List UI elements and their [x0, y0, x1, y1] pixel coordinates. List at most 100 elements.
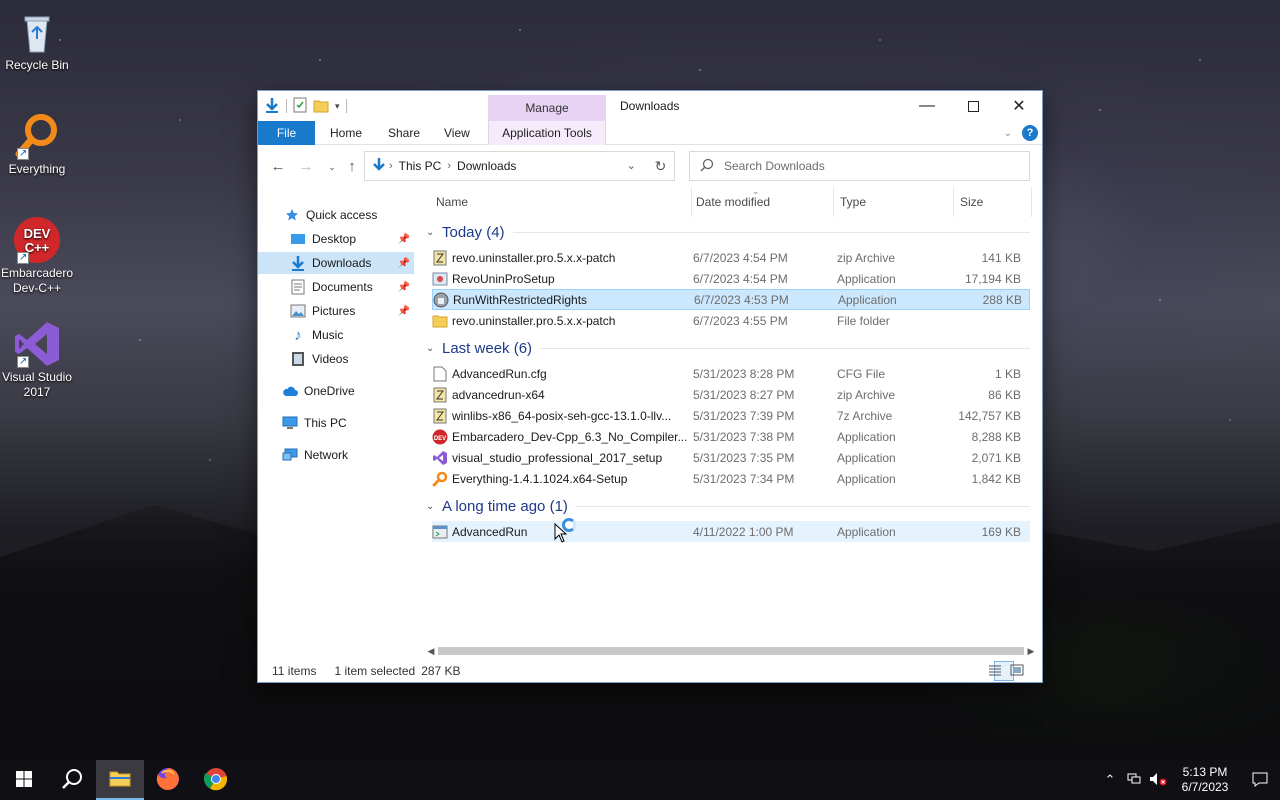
nav-onedrive[interactable]: OneDrive — [258, 380, 414, 402]
recent-locations-button[interactable]: ⌄ — [322, 157, 342, 177]
desktop-icon-devcpp[interactable]: DEVC++ Embarcadero Dev-C++ — [0, 216, 74, 296]
pin-icon[interactable]: 📌 — [398, 258, 410, 269]
back-button[interactable]: ← — [268, 157, 288, 177]
file-type: Application — [837, 429, 896, 444]
nav-label: Pictures — [312, 304, 356, 318]
group-header-last-week[interactable]: ⌄ Last week (6) — [426, 337, 1030, 359]
refresh-button[interactable]: ↻ — [647, 151, 675, 181]
action-center-button[interactable] — [1240, 760, 1280, 800]
advancedrun-app-icon — [432, 524, 448, 540]
file-row-hover[interactable]: AdvancedRun 4/11/2022 1:00 PM Applicatio… — [432, 521, 1030, 542]
file-row[interactable]: RevoUninProSetup 6/7/2023 4:54 PM Applic… — [432, 268, 1030, 289]
help-icon[interactable]: ? — [1022, 125, 1038, 141]
large-icons-view-button[interactable] — [1010, 661, 1036, 681]
horizontal-scrollbar[interactable]: ◀ ▶ — [424, 643, 1038, 659]
pin-icon[interactable]: 📌 — [398, 234, 410, 245]
file-name: advancedrun-x64 — [452, 387, 545, 402]
close-button[interactable]: ✕ — [996, 91, 1042, 121]
forward-button[interactable]: → — [296, 157, 316, 177]
tab-view[interactable]: View — [430, 121, 484, 145]
group-header-today[interactable]: ⌄ Today (4) — [426, 221, 1030, 243]
clock-date: 6/7/2023 — [1181, 780, 1229, 794]
search-button[interactable] — [48, 760, 96, 800]
pin-icon[interactable]: 📌 — [398, 306, 410, 317]
scrollbar-thumb[interactable] — [438, 647, 1024, 655]
file-row[interactable]: Everything-1.4.1.1024.x64-Setup 5/31/202… — [432, 468, 1030, 489]
expand-ribbon-icon[interactable]: ⌄ — [1004, 128, 1012, 139]
everything-search-icon — [13, 112, 61, 161]
file-type: 7z Archive — [837, 408, 893, 423]
file-list: Name Date modified ⌄ Type Size ⌄ Today (… — [424, 186, 1038, 647]
nav-label: Documents — [312, 280, 373, 294]
taskbar-file-explorer[interactable] — [96, 760, 144, 800]
file-type: Application — [837, 450, 896, 465]
desktop-icon-recycle-bin[interactable]: Recycle Bin — [0, 8, 74, 73]
collapse-chevron-icon: ⌄ — [426, 226, 435, 238]
search-box[interactable] — [689, 151, 1030, 181]
file-row[interactable]: visual_studio_professional_2017_setup 5/… — [432, 447, 1030, 468]
taskbar-firefox[interactable] — [144, 760, 192, 800]
clock[interactable]: 5:13 PM 6/7/2023 — [1170, 765, 1240, 795]
nav-quick-access[interactable]: Quick access — [258, 204, 414, 226]
pin-icon[interactable]: 📌 — [398, 282, 410, 293]
group-title: Today (4) — [442, 223, 505, 241]
search-input[interactable] — [724, 159, 1004, 173]
nav-videos[interactable]: Videos — [258, 348, 414, 370]
properties-icon[interactable] — [293, 97, 307, 116]
file-row-selected[interactable]: RunWithRestrictedRights 6/7/2023 4:53 PM… — [432, 289, 1030, 310]
nav-desktop[interactable]: Desktop 📌 — [258, 228, 414, 250]
address-bar[interactable]: › This PC › Downloads ⌄ — [364, 151, 675, 181]
column-header-size[interactable]: Size — [954, 187, 1032, 217]
tab-application-tools[interactable]: Application Tools — [488, 121, 606, 145]
file-row[interactable]: revo.uninstaller.pro.5.x.x-patch 6/7/202… — [432, 247, 1030, 268]
nav-this-pc[interactable]: This PC — [258, 412, 414, 434]
file-row[interactable]: revo.uninstaller.pro.5.x.x-patch 6/7/202… — [432, 310, 1030, 331]
breadcrumb-downloads[interactable]: Downloads — [457, 159, 516, 173]
navigation-bar: ← → ⌄ ↑ › This PC › Downloads ⌄ ↻ — [258, 147, 1042, 187]
start-button[interactable] — [0, 760, 48, 800]
nav-documents[interactable]: Documents 📌 — [258, 276, 414, 298]
up-button[interactable]: ↑ — [342, 157, 362, 177]
file-row[interactable]: DEV Embarcadero_Dev-Cpp_6.3_No_Compiler..… — [432, 426, 1030, 447]
column-header-type[interactable]: Type — [834, 187, 954, 217]
column-header-date[interactable]: Date modified ⌄ — [690, 186, 834, 217]
taskbar-chrome[interactable] — [192, 760, 240, 800]
address-dropdown-icon[interactable]: ⌄ — [627, 159, 636, 172]
volume-muted-icon[interactable] — [1146, 772, 1170, 789]
computer-icon — [282, 415, 298, 431]
breadcrumb-separator: › — [389, 160, 393, 172]
desktop-icon-visual-studio[interactable]: Visual Studio 2017 — [0, 320, 74, 400]
file-row[interactable]: AdvancedRun.cfg 5/31/2023 8:28 PM CFG Fi… — [432, 363, 1030, 384]
nav-downloads[interactable]: Downloads 📌 — [258, 252, 414, 274]
column-header-name[interactable]: Name — [430, 187, 692, 217]
file-name: revo.uninstaller.pro.5.x.x-patch — [452, 250, 616, 265]
nav-network[interactable]: Network — [258, 444, 414, 466]
show-hidden-icons-chevron[interactable]: ⌃ — [1098, 772, 1122, 788]
folder-icon — [432, 313, 448, 329]
group-header-long-time-ago[interactable]: ⌄ A long time ago (1) — [426, 495, 1030, 517]
file-type: CFG File — [837, 366, 885, 381]
new-folder-icon[interactable] — [313, 97, 329, 116]
network-status-icon[interactable] — [1122, 772, 1146, 789]
devcpp-icon: DEV C++ — [13, 216, 61, 265]
manage-contextual-tab[interactable]: Manage — [488, 95, 606, 121]
tab-share[interactable]: Share — [374, 121, 434, 145]
minimize-button[interactable]: — — [904, 91, 950, 121]
nav-pictures[interactable]: Pictures 📌 — [258, 300, 414, 322]
breadcrumb-this-pc[interactable]: This PC — [399, 159, 442, 173]
file-row[interactable]: advancedrun-x64 5/31/2023 8:27 PM zip Ar… — [432, 384, 1030, 405]
file-size: 169 KB — [981, 524, 1021, 539]
scroll-right-arrow[interactable]: ▶ — [1024, 643, 1038, 659]
file-row[interactable]: winlibs-x86_64-posix-seh-gcc-13.1.0-llv.… — [432, 405, 1030, 426]
window-title: Downloads — [620, 99, 680, 113]
maximize-button[interactable] — [950, 91, 996, 121]
tab-file[interactable]: File — [258, 121, 315, 145]
file-date: 5/31/2023 7:35 PM — [693, 450, 795, 465]
tab-home[interactable]: Home — [316, 121, 376, 145]
scroll-left-arrow[interactable]: ◀ — [424, 643, 438, 659]
file-name: Embarcadero_Dev-Cpp_6.3_No_Compiler... — [452, 429, 688, 444]
nav-music[interactable]: ♪ Music — [258, 324, 414, 346]
desktop-icon-everything[interactable]: Everything — [0, 112, 74, 177]
customize-dropdown-icon[interactable]: ▾ — [335, 101, 340, 112]
svg-text:DEV: DEV — [434, 436, 446, 442]
